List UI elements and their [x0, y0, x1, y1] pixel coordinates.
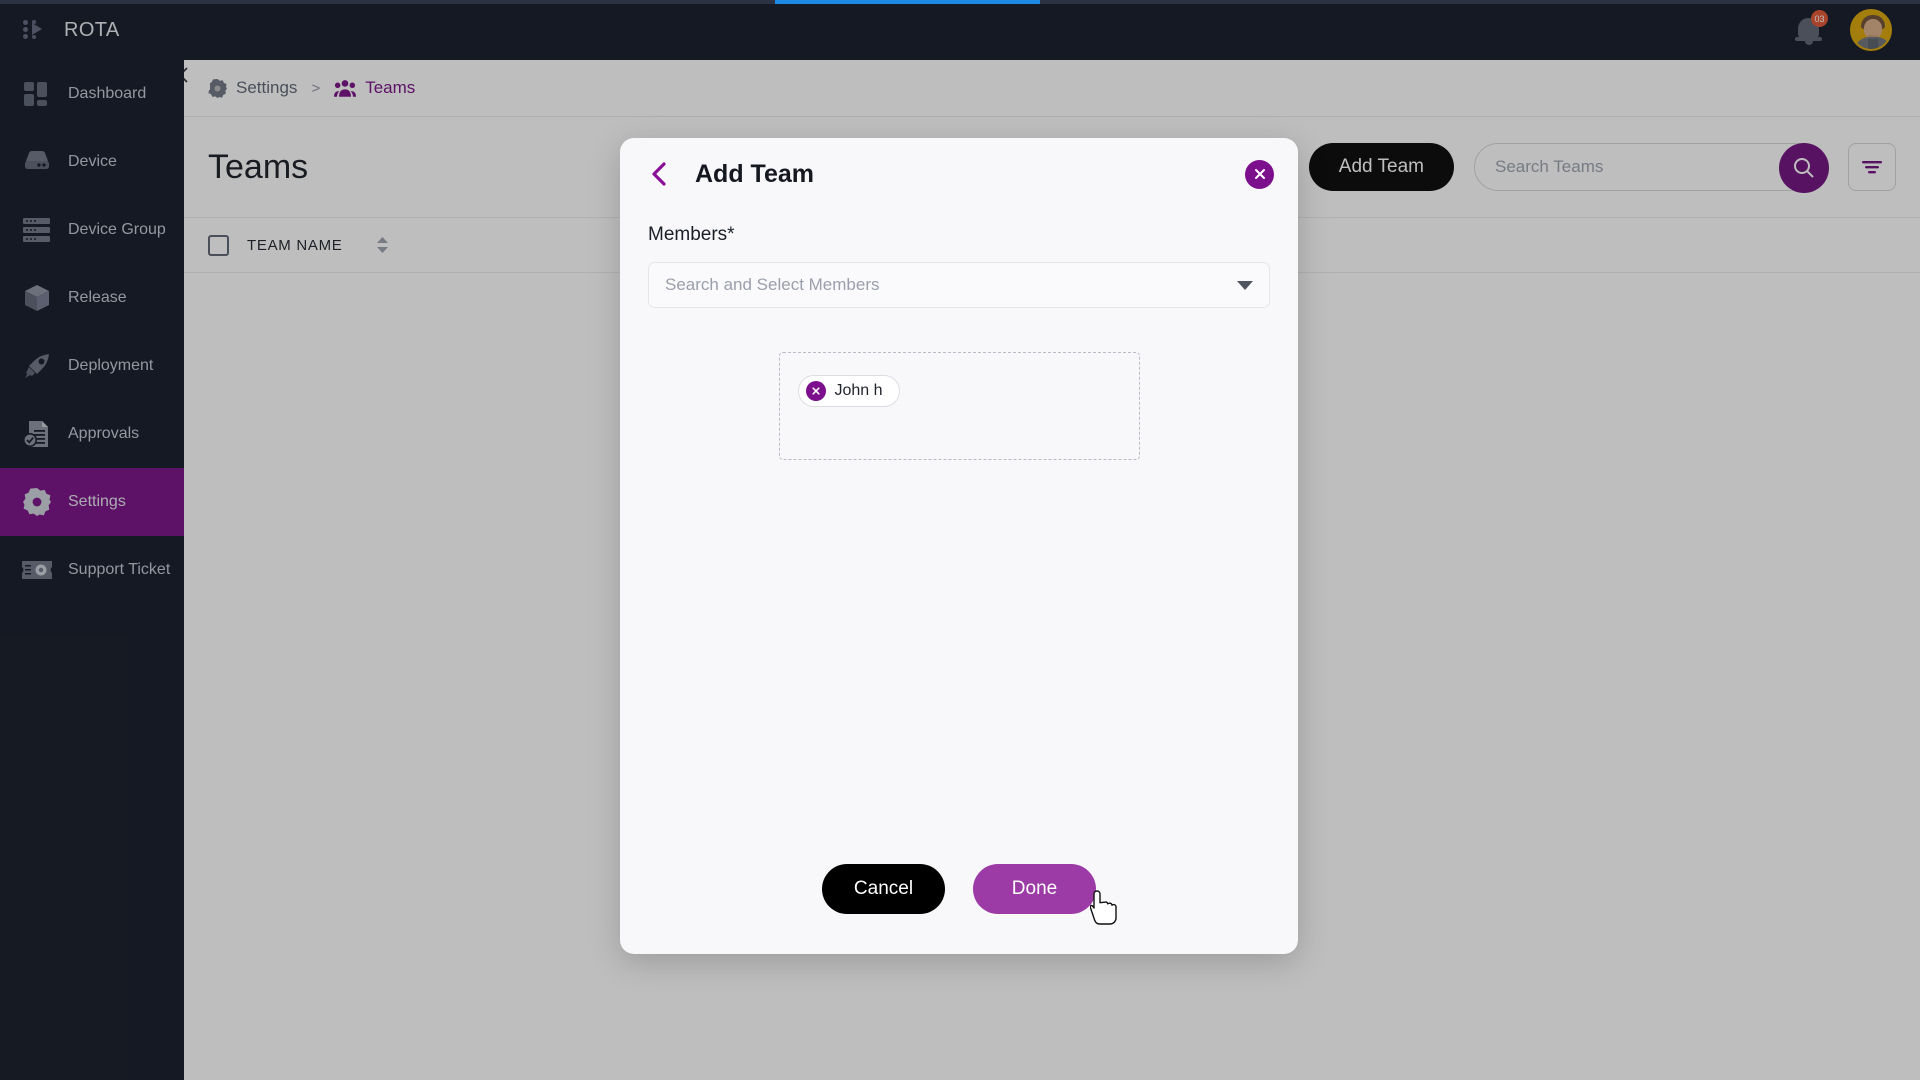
members-field-label: Members*: [648, 224, 735, 245]
modal-footer: Cancel Done: [620, 864, 1298, 914]
chevron-left-icon: [652, 162, 666, 186]
chevron-down-icon: [1237, 280, 1253, 290]
modal-back-button[interactable]: [648, 161, 670, 187]
members-select-placeholder: Search and Select Members: [665, 275, 880, 294]
done-button[interactable]: Done: [973, 864, 1096, 914]
modal-header: Add Team: [620, 138, 1298, 210]
selected-member-name: John h: [834, 382, 883, 399]
remove-x-icon[interactable]: [805, 381, 826, 401]
add-team-modal: Add Team Members* Search and Select Memb…: [620, 138, 1298, 954]
page-loading-bar: [0, 0, 1920, 4]
modal-title: Add Team: [695, 159, 814, 188]
selected-member-chip[interactable]: John h: [797, 375, 900, 407]
members-select[interactable]: Search and Select Members: [648, 262, 1270, 308]
cancel-button[interactable]: Cancel: [822, 864, 945, 914]
modal-body: Members* Search and Select Members John …: [620, 210, 1298, 460]
close-x-icon[interactable]: [1245, 159, 1274, 189]
selected-members-area: John h: [778, 352, 1140, 460]
loading-bar-fill: [775, 0, 1040, 4]
